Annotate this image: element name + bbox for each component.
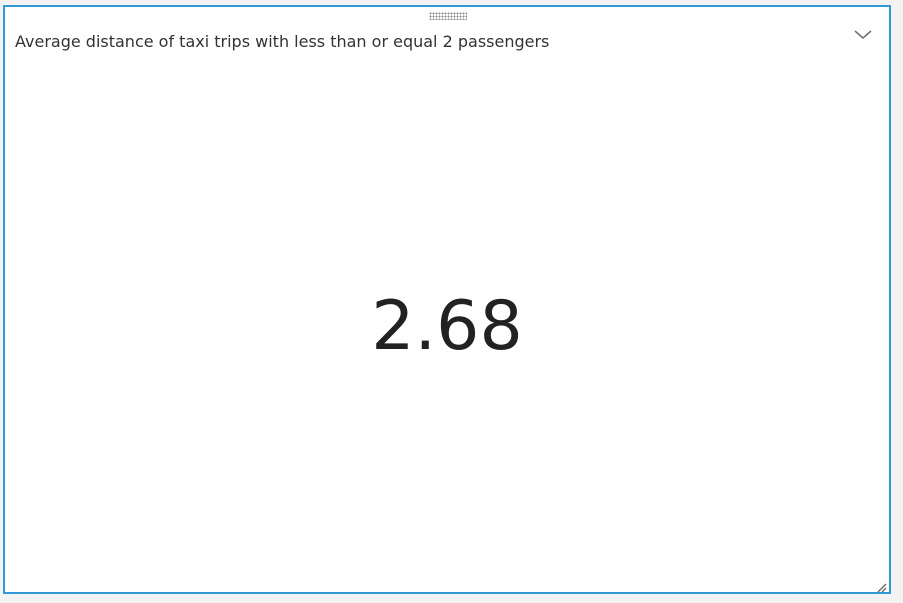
resize-grip-icon[interactable] (875, 578, 887, 593)
tile-title: Average distance of taxi trips with less… (15, 32, 550, 51)
drag-handle-icon[interactable] (429, 12, 467, 20)
metric-value: 2.68 (371, 287, 523, 366)
chevron-down-icon[interactable] (851, 25, 875, 43)
metric-tile[interactable]: Average distance of taxi trips with less… (3, 5, 891, 594)
